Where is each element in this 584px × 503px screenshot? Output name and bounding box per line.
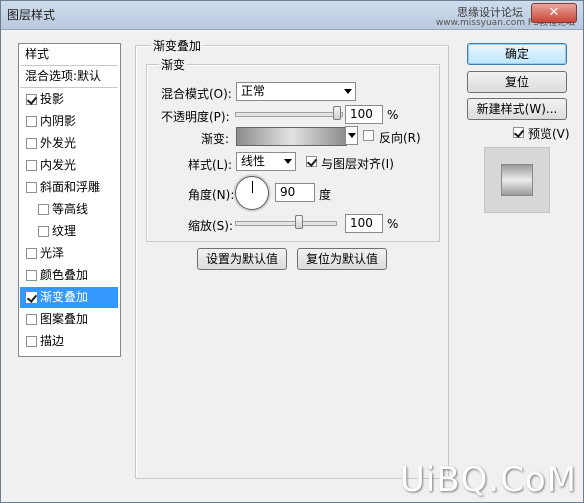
style-item-label: 内阴影 (40, 114, 77, 128)
reverse-label: 反向(R) (379, 131, 421, 145)
checkbox[interactable] (26, 336, 37, 347)
blend-mode-label: 混合模式(O): (161, 87, 232, 101)
gradient-swatch[interactable] (236, 127, 347, 146)
scale-input[interactable]: 100 (345, 214, 383, 233)
blend-mode-value: 正常 (241, 84, 266, 98)
checkbox[interactable] (26, 182, 37, 193)
set-default-button[interactable]: 设置为默认值 (197, 248, 287, 270)
reset-default-button[interactable]: 复位为默认值 (297, 248, 387, 270)
reverse-checkbox[interactable] (363, 130, 374, 141)
checkbox[interactable] (26, 248, 37, 259)
window-title: 图层样式 (7, 8, 56, 22)
style-preview (484, 147, 550, 213)
styles-header[interactable]: 样式 (20, 44, 118, 66)
preview-checkbox[interactable] (513, 127, 524, 138)
scale-label: 缩放(S): (188, 219, 234, 233)
style-item-inner-shadow[interactable]: 内阴影 (20, 111, 118, 132)
blend-mode-select[interactable]: 正常 (236, 82, 356, 101)
style-item-drop-shadow[interactable]: 投影 (20, 89, 118, 110)
blend-options-item[interactable]: 混合选项:默认 (20, 66, 118, 88)
preview-label: 预览(V) (528, 127, 570, 141)
style-item-texture[interactable]: 纹理 (20, 221, 118, 242)
style-label: 样式(L): (188, 158, 233, 172)
style-item-label: 图案叠加 (40, 312, 89, 326)
styles-list: 样式 混合选项:默认 投影 内阴影 外发光 内发光 斜面和浮雕 等高线 纹理 光… (18, 43, 121, 357)
checkbox[interactable] (26, 270, 37, 281)
checkbox[interactable] (26, 138, 37, 149)
checkbox[interactable] (26, 292, 37, 303)
checkbox[interactable] (38, 226, 49, 237)
angle-unit: 度 (319, 188, 332, 202)
gradient-style-select[interactable]: 线性 (236, 152, 296, 171)
style-item-bevel-emboss[interactable]: 斜面和浮雕 (20, 177, 118, 198)
layer-style-dialog: 图层样式 思缘设计论坛 www.missyuan.com PS教程论坛 ✕ 样式… (0, 0, 584, 503)
new-style-button[interactable]: 新建样式(W)... (467, 98, 567, 120)
group-title: 渐变叠加 (151, 37, 204, 54)
style-item-pattern-overlay[interactable]: 图案叠加 (20, 309, 118, 330)
style-item-label: 投影 (40, 92, 65, 106)
subgroup-title: 渐变 (159, 56, 188, 73)
style-item-gradient-overlay[interactable]: 渐变叠加 (20, 287, 118, 308)
brand-watermark: UiBQ.CoM (399, 460, 577, 500)
opacity-slider[interactable] (235, 112, 343, 117)
style-item-label: 光泽 (40, 246, 65, 260)
preview-swatch (501, 164, 533, 196)
chevron-down-icon (344, 89, 352, 94)
angle-dial[interactable] (235, 176, 269, 210)
reset-button[interactable]: 复位 (467, 71, 567, 93)
style-item-contour[interactable]: 等高线 (20, 199, 118, 220)
align-with-layer-label: 与图层对齐(I) (321, 157, 394, 171)
checkbox[interactable] (26, 94, 37, 105)
angle-label: 角度(N): (188, 188, 235, 202)
angle-needle (252, 181, 253, 193)
scale-slider[interactable] (235, 221, 337, 226)
angle-input[interactable]: 90 (275, 183, 315, 202)
style-item-label: 纹理 (52, 224, 77, 238)
style-item-label: 颜色叠加 (40, 268, 89, 282)
gradient-style-value: 线性 (241, 154, 266, 168)
style-item-color-overlay[interactable]: 颜色叠加 (20, 265, 118, 286)
style-item-outer-glow[interactable]: 外发光 (20, 133, 118, 154)
blend-options-label: 混合选项:默认 (25, 69, 102, 83)
checkbox[interactable] (26, 160, 37, 171)
styles-header-label: 样式 (25, 47, 50, 61)
style-item-label: 外发光 (40, 136, 77, 150)
checkbox[interactable] (26, 116, 37, 127)
style-item-satin[interactable]: 光泽 (20, 243, 118, 264)
scale-unit: % (387, 217, 399, 231)
title-bar: 图层样式 思缘设计论坛 www.missyuan.com PS教程论坛 ✕ (1, 1, 583, 30)
opacity-input[interactable]: 100 (345, 105, 383, 124)
checkbox[interactable] (38, 204, 49, 215)
style-item-label: 等高线 (52, 202, 89, 216)
align-with-layer-checkbox[interactable] (306, 156, 317, 167)
opacity-unit: % (387, 108, 399, 122)
ok-button[interactable]: 确定 (467, 43, 567, 65)
scale-slider-thumb[interactable] (295, 215, 303, 229)
gradient-label: 渐变: (201, 132, 230, 146)
style-item-label: 渐变叠加 (40, 290, 89, 304)
style-item-label: 描边 (40, 334, 65, 348)
chevron-down-icon (284, 159, 292, 164)
opacity-slider-thumb[interactable] (333, 106, 341, 120)
chevron-down-icon (348, 133, 356, 138)
close-button[interactable]: ✕ (531, 3, 577, 23)
style-item-label: 斜面和浮雕 (40, 180, 101, 194)
style-item-label: 内发光 (40, 158, 77, 172)
style-item-inner-glow[interactable]: 内发光 (20, 155, 118, 176)
style-item-stroke[interactable]: 描边 (20, 331, 118, 352)
opacity-label: 不透明度(P): (161, 110, 230, 124)
gradient-picker-button[interactable] (345, 126, 358, 145)
checkbox[interactable] (26, 314, 37, 325)
